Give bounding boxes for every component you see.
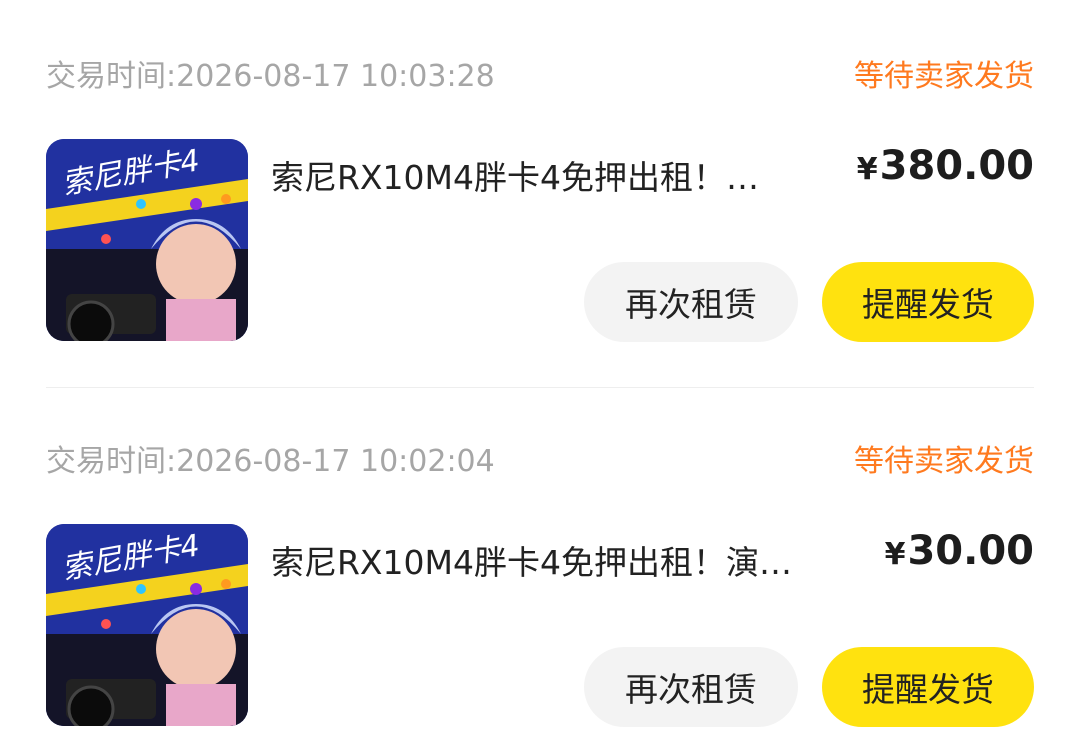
product-title[interactable]: 索尼RX10M4胖卡4免押出租！演… [271,536,831,584]
product-thumbnail[interactable]: 索尼胖卡4 [46,139,248,341]
product-thumbnail[interactable]: 索尼胖卡4 [46,524,248,726]
currency-symbol: ¥ [856,152,878,187]
product-title[interactable]: 索尼RX10M4胖卡4免押出租！… [271,151,831,199]
remind-shipment-button[interactable]: 提醒发货 [822,647,1034,727]
order-list: 交易时间:2026-08-17 10:03:28 等待卖家发货 索尼胖卡4 索尼… [0,0,1080,743]
rent-again-button[interactable]: 再次租赁 [584,262,798,342]
order-card[interactable]: 交易时间:2026-08-17 10:02:04 等待卖家发货 索尼胖卡4 索尼… [46,423,1034,727]
rent-again-button[interactable]: 再次租赁 [584,647,798,727]
order-actions: 再次租赁 提醒发货 [584,262,1034,342]
transaction-time: 交易时间:2026-08-17 10:03:28 [46,59,495,94]
order-header: 交易时间:2026-08-17 10:03:28 等待卖家发货 [46,38,1034,108]
price-value: 30.00 [907,528,1034,574]
remind-shipment-button[interactable]: 提醒发货 [822,262,1034,342]
transaction-time: 交易时间:2026-08-17 10:02:04 [46,444,495,479]
currency-symbol: ¥ [884,537,906,572]
order-actions: 再次租赁 提醒发货 [584,647,1034,727]
order-price: ¥30.00 [885,528,1034,574]
order-header: 交易时间:2026-08-17 10:02:04 等待卖家发货 [46,423,1034,493]
order-status: 等待卖家发货 [854,444,1034,479]
price-value: 380.00 [879,143,1034,189]
order-price: ¥380.00 [857,143,1034,189]
order-status: 等待卖家发货 [854,59,1034,94]
order-card[interactable]: 交易时间:2026-08-17 10:03:28 等待卖家发货 索尼胖卡4 索尼… [46,38,1034,342]
order-item[interactable]: 索尼胖卡4 索尼RX10M4胖卡4免押出租！… ¥380.00 再次租赁 提醒发… [46,139,1034,342]
divider [46,387,1034,388]
order-item[interactable]: 索尼胖卡4 索尼RX10M4胖卡4免押出租！演… ¥30.00 再次租赁 提醒发… [46,524,1034,727]
